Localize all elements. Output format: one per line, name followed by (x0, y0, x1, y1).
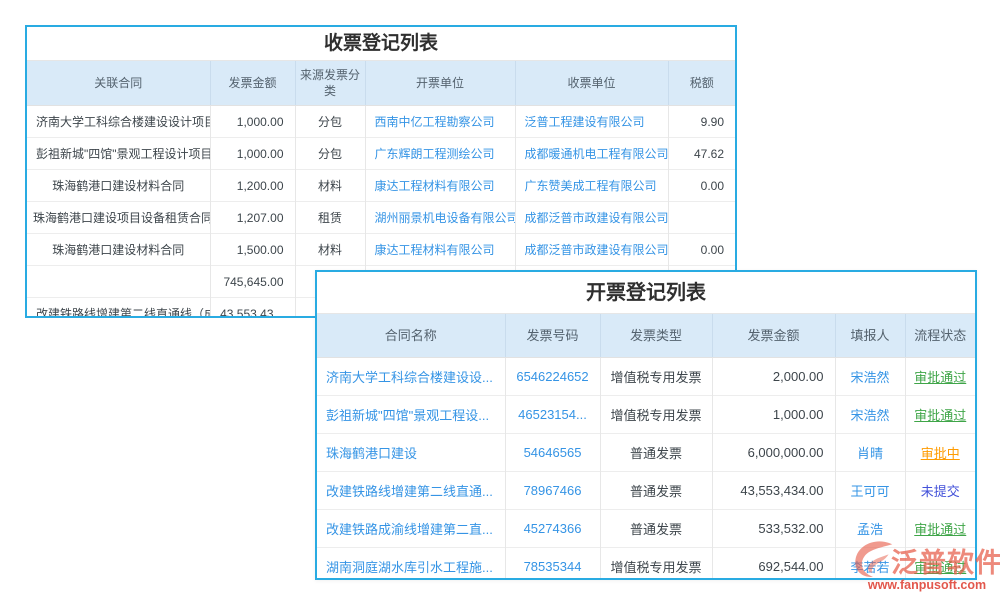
receiver-link[interactable]: 成都暖通机电工程有限公司 (515, 138, 668, 170)
column-header-invoice-type: 发票类型 (600, 314, 712, 358)
amount-cell: 6,000,000.00 (712, 434, 835, 472)
receiver-link[interactable]: 成都泛普市政建设有限公司 (515, 202, 668, 234)
category-cell: 分包 (295, 106, 365, 138)
column-header-invoice-number: 发票号码 (505, 314, 600, 358)
amount-cell: 2,000.00 (712, 358, 835, 396)
amount-cell: 1,000.00 (210, 106, 295, 138)
table-row: 改建铁路线增建第二线直通... 78967466 普通发票 43,553,434… (317, 472, 975, 510)
amount-cell: 692,544.00 (712, 548, 835, 581)
watermark: 泛普软件 www.fanpusoft.com (851, 534, 1000, 592)
table-row: 彭祖新城"四馆"景观工程设... 46523154... 增值税专用发票 1,0… (317, 396, 975, 434)
category-cell: 分包 (295, 138, 365, 170)
reporter-link[interactable]: 王可可 (835, 472, 905, 510)
receiver-link[interactable]: 泛普工程建设有限公司 (515, 106, 668, 138)
tax-cell: 9.90 (668, 106, 735, 138)
table-row: 珠海鹤港口建设材料合同 1,500.00 材料 康达工程材料有限公司 成都泛普市… (27, 234, 735, 266)
table-row: 珠海鹤港口建设 54646565 普通发票 6,000,000.00 肖晴 审批… (317, 434, 975, 472)
status-badge[interactable]: 审批通过 (905, 396, 975, 434)
receipt-table-title: 收票登记列表 (27, 27, 735, 60)
invoice-number-link[interactable]: 78967466 (505, 472, 600, 510)
contract-link[interactable]: 彭祖新城"四馆"景观工程设... (317, 396, 505, 434)
issuer-link[interactable]: 康达工程材料有限公司 (365, 170, 515, 202)
invoice-number-link[interactable]: 78535344 (505, 548, 600, 581)
amount-cell: 1,200.00 (210, 170, 295, 202)
table-row: 珠海鹤港口建设材料合同 1,200.00 材料 康达工程材料有限公司 广东赞美成… (27, 170, 735, 202)
contract-link[interactable]: 改建铁路线增建第二线直通... (317, 472, 505, 510)
amount-cell: 43,553,434.00 (712, 472, 835, 510)
column-header-invoice-amount: 发票金额 (712, 314, 835, 358)
invoice-type-cell: 增值税专用发票 (600, 358, 712, 396)
issuer-link[interactable]: 湖州丽景机电设备有限公司 (365, 202, 515, 234)
amount-cell: 1,207.00 (210, 202, 295, 234)
column-header-contract: 关联合同 (27, 61, 210, 106)
table-row: 济南大学工科综合楼建设设计项目... 1,000.00 分包 西南中亿工程勘察公… (27, 106, 735, 138)
tax-cell (668, 202, 735, 234)
invoice-type-cell: 增值税专用发票 (600, 396, 712, 434)
amount-cell: 1,500.00 (210, 234, 295, 266)
contract-cell: 珠海鹤港口建设材料合同 (27, 234, 210, 266)
column-header-reporter: 填报人 (835, 314, 905, 358)
column-header-receiver: 收票单位 (515, 61, 668, 106)
reporter-link[interactable]: 宋浩然 (835, 358, 905, 396)
column-header-issuer: 开票单位 (365, 61, 515, 106)
contract-cell: 珠海鹤港口建设项目设备租赁合同 (27, 202, 210, 234)
status-badge[interactable]: 审批中 (905, 434, 975, 472)
reporter-link[interactable]: 肖晴 (835, 434, 905, 472)
contract-cell: 彭祖新城"四馆"景观工程设计项目... (27, 138, 210, 170)
reporter-link[interactable]: 宋浩然 (835, 396, 905, 434)
contract-cell (27, 266, 210, 298)
invoice-number-link[interactable]: 54646565 (505, 434, 600, 472)
watermark-url-text: www.fanpusoft.com (851, 578, 1000, 592)
receiver-link[interactable]: 广东赞美成工程有限公司 (515, 170, 668, 202)
status-badge[interactable]: 审批通过 (905, 358, 975, 396)
contract-link[interactable]: 珠海鹤港口建设 (317, 434, 505, 472)
contract-cell: 改建铁路线增建第二线直通线（成... (27, 298, 210, 319)
invoice-type-cell: 普通发票 (600, 472, 712, 510)
receiver-link[interactable]: 成都泛普市政建设有限公司 (515, 234, 668, 266)
invoice-table-title: 开票登记列表 (317, 272, 975, 313)
category-cell: 材料 (295, 234, 365, 266)
amount-cell: 1,000.00 (210, 138, 295, 170)
column-header-status: 流程状态 (905, 314, 975, 358)
amount-cell: 745,645.00 (210, 266, 295, 298)
amount-cell: 43,553,43... (210, 298, 295, 319)
column-header-contract-name: 合同名称 (317, 314, 505, 358)
invoice-number-link[interactable]: 46523154... (505, 396, 600, 434)
issuer-link[interactable]: 广东辉朗工程测绘公司 (365, 138, 515, 170)
table-row: 珠海鹤港口建设项目设备租赁合同 1,207.00 租赁 湖州丽景机电设备有限公司… (27, 202, 735, 234)
contract-cell: 珠海鹤港口建设材料合同 (27, 170, 210, 202)
receipt-header-row: 关联合同 发票金额 来源发票分类 开票单位 收票单位 税额 (27, 61, 735, 106)
amount-cell: 533,532.00 (712, 510, 835, 548)
invoice-type-cell: 增值税专用发票 (600, 548, 712, 581)
contract-cell: 济南大学工科综合楼建设设计项目... (27, 106, 210, 138)
invoice-number-link[interactable]: 45274366 (505, 510, 600, 548)
column-header-tax: 税额 (668, 61, 735, 106)
contract-link[interactable]: 湖南洞庭湖水库引水工程施... (317, 548, 505, 581)
category-cell: 材料 (295, 170, 365, 202)
tax-cell: 0.00 (668, 170, 735, 202)
table-row: 彭祖新城"四馆"景观工程设计项目... 1,000.00 分包 广东辉朗工程测绘… (27, 138, 735, 170)
invoice-type-cell: 普通发票 (600, 434, 712, 472)
status-badge[interactable]: 未提交 (905, 472, 975, 510)
contract-link[interactable]: 济南大学工科综合楼建设设... (317, 358, 505, 396)
amount-cell: 1,000.00 (712, 396, 835, 434)
tax-cell: 47.62 (668, 138, 735, 170)
column-header-amount: 发票金额 (210, 61, 295, 106)
fanpu-logo-icon (851, 536, 895, 580)
invoice-header-row: 合同名称 发票号码 发票类型 发票金额 填报人 流程状态 (317, 314, 975, 358)
issuer-link[interactable]: 康达工程材料有限公司 (365, 234, 515, 266)
table-row: 济南大学工科综合楼建设设... 6546224652 增值税专用发票 2,000… (317, 358, 975, 396)
issuer-link[interactable]: 西南中亿工程勘察公司 (365, 106, 515, 138)
watermark-brand-text: 泛普软件 (891, 550, 1000, 580)
tax-cell: 0.00 (668, 234, 735, 266)
contract-link[interactable]: 改建铁路成渝线增建第二直... (317, 510, 505, 548)
invoice-type-cell: 普通发票 (600, 510, 712, 548)
category-cell: 租赁 (295, 202, 365, 234)
column-header-category: 来源发票分类 (295, 61, 365, 106)
invoice-number-link[interactable]: 6546224652 (505, 358, 600, 396)
